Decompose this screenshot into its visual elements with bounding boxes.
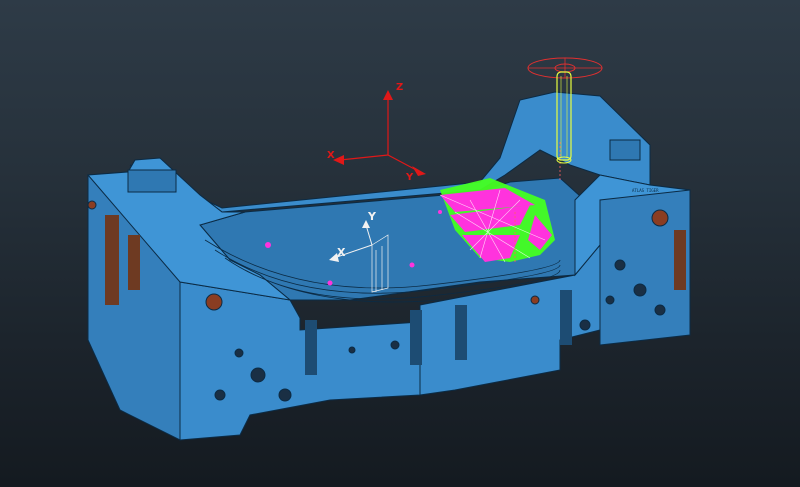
hole-face-3 — [250, 367, 266, 383]
hole-face-8 — [530, 295, 540, 305]
hole-left-1 — [87, 200, 97, 210]
hole-face-4 — [214, 389, 226, 401]
hole-right-4 — [605, 295, 615, 305]
pocket-right-top — [609, 139, 641, 161]
triad-x-label: X — [327, 150, 335, 161]
triad-y-arrow — [412, 166, 426, 176]
engraving-1: ATLAS TIGER — [632, 188, 659, 193]
hole-right-1 — [651, 209, 669, 227]
machine-coordinate-triad[interactable]: Z X Y — [327, 82, 426, 183]
pocket-rib-1 — [305, 320, 317, 375]
right-slot-1 — [674, 230, 686, 290]
feature-marker — [438, 210, 442, 214]
triad-z-arrow — [383, 90, 393, 100]
feature-marker — [265, 242, 271, 248]
pocket-rib-3 — [455, 305, 467, 360]
hole-face-5 — [278, 388, 292, 402]
hole-face-9 — [579, 319, 591, 331]
hole-face-1 — [205, 293, 223, 311]
hole-right-2 — [614, 259, 626, 271]
mold-base-model[interactable]: ATLAS TIGER — [86, 91, 691, 441]
feature-marker — [327, 280, 333, 286]
pocket-rib-4 — [560, 290, 572, 345]
pocket-rib-2 — [410, 310, 422, 365]
triad-z-label: Z — [396, 82, 403, 93]
hole-face-6 — [348, 346, 356, 354]
cad-3d-viewport[interactable]: ATLAS TIGER Z X Y Y X — [0, 0, 800, 487]
pocket-left-top — [127, 169, 177, 193]
hole-right-5 — [654, 304, 666, 316]
left-slot-1 — [105, 215, 119, 305]
triad-y-label: Y — [405, 172, 414, 183]
hole-face-2 — [234, 348, 244, 358]
wcs-x-label: X — [337, 246, 346, 259]
left-slot-2 — [128, 235, 140, 290]
hole-face-7 — [390, 340, 400, 350]
wcs-y-label: Y — [367, 210, 377, 223]
triad-x-axis — [339, 154, 389, 161]
feature-marker — [409, 262, 415, 268]
hole-right-3 — [633, 283, 647, 297]
